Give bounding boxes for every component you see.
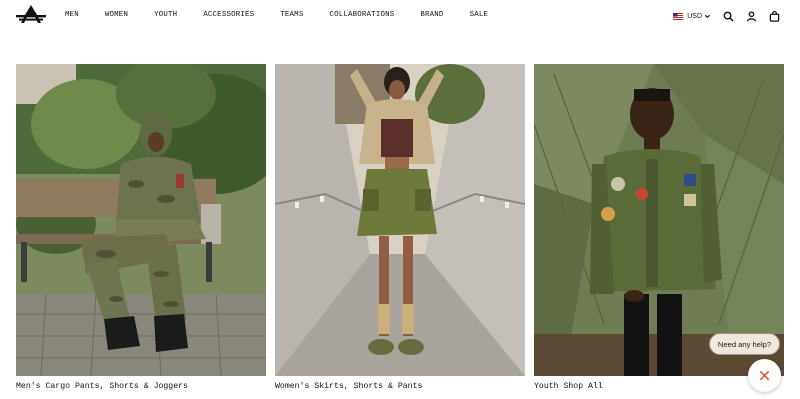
- tile-caption-men[interactable]: Men's Cargo Pants, Shorts & Joggers: [16, 382, 188, 391]
- men-cargo-photo: [16, 64, 266, 376]
- alpha-industries-logo-icon[interactable]: [14, 4, 48, 24]
- nav-item-collaborations[interactable]: COLLABORATIONS: [329, 11, 394, 19]
- chat-close-button[interactable]: [748, 359, 781, 392]
- tile-caption-women[interactable]: Women's Skirts, Shorts & Pants: [275, 382, 422, 391]
- currency-label: USD: [687, 12, 702, 20]
- nav-item-youth[interactable]: YOUTH: [154, 11, 177, 19]
- help-chat-bubble[interactable]: Need any help?: [709, 333, 780, 355]
- nav-item-women[interactable]: WOMEN: [105, 11, 128, 19]
- category-tile-men[interactable]: [16, 64, 266, 376]
- currency-selector[interactable]: USD: [673, 12, 711, 20]
- category-tile-youth[interactable]: [534, 64, 784, 376]
- site-header: MEN WOMEN YOUTH ACCESSORIES TEAMS COLLAB…: [0, 0, 800, 32]
- category-tile-women[interactable]: [275, 64, 525, 376]
- nav-item-teams[interactable]: TEAMS: [280, 11, 303, 19]
- main-nav: MEN WOMEN YOUTH ACCESSORIES TEAMS COLLAB…: [65, 11, 488, 19]
- nav-item-accessories[interactable]: ACCESSORIES: [203, 11, 254, 19]
- nav-item-sale[interactable]: SALE: [470, 11, 489, 19]
- nav-item-brand[interactable]: BRAND: [420, 11, 443, 19]
- nav-item-men[interactable]: MEN: [65, 11, 79, 19]
- search-icon[interactable]: [723, 11, 734, 22]
- youth-shop-photo: [534, 64, 784, 376]
- chevron-down-icon: [704, 14, 711, 18]
- women-skirts-photo: [275, 64, 525, 376]
- header-tools: USD: [673, 9, 780, 23]
- shopping-bag-icon[interactable]: [769, 10, 780, 22]
- help-bubble-text: Need any help?: [717, 339, 772, 349]
- us-flag-icon: [673, 12, 684, 20]
- user-icon[interactable]: [746, 10, 757, 22]
- close-x-icon: [759, 370, 770, 381]
- tile-caption-youth[interactable]: Youth Shop All: [534, 382, 603, 391]
